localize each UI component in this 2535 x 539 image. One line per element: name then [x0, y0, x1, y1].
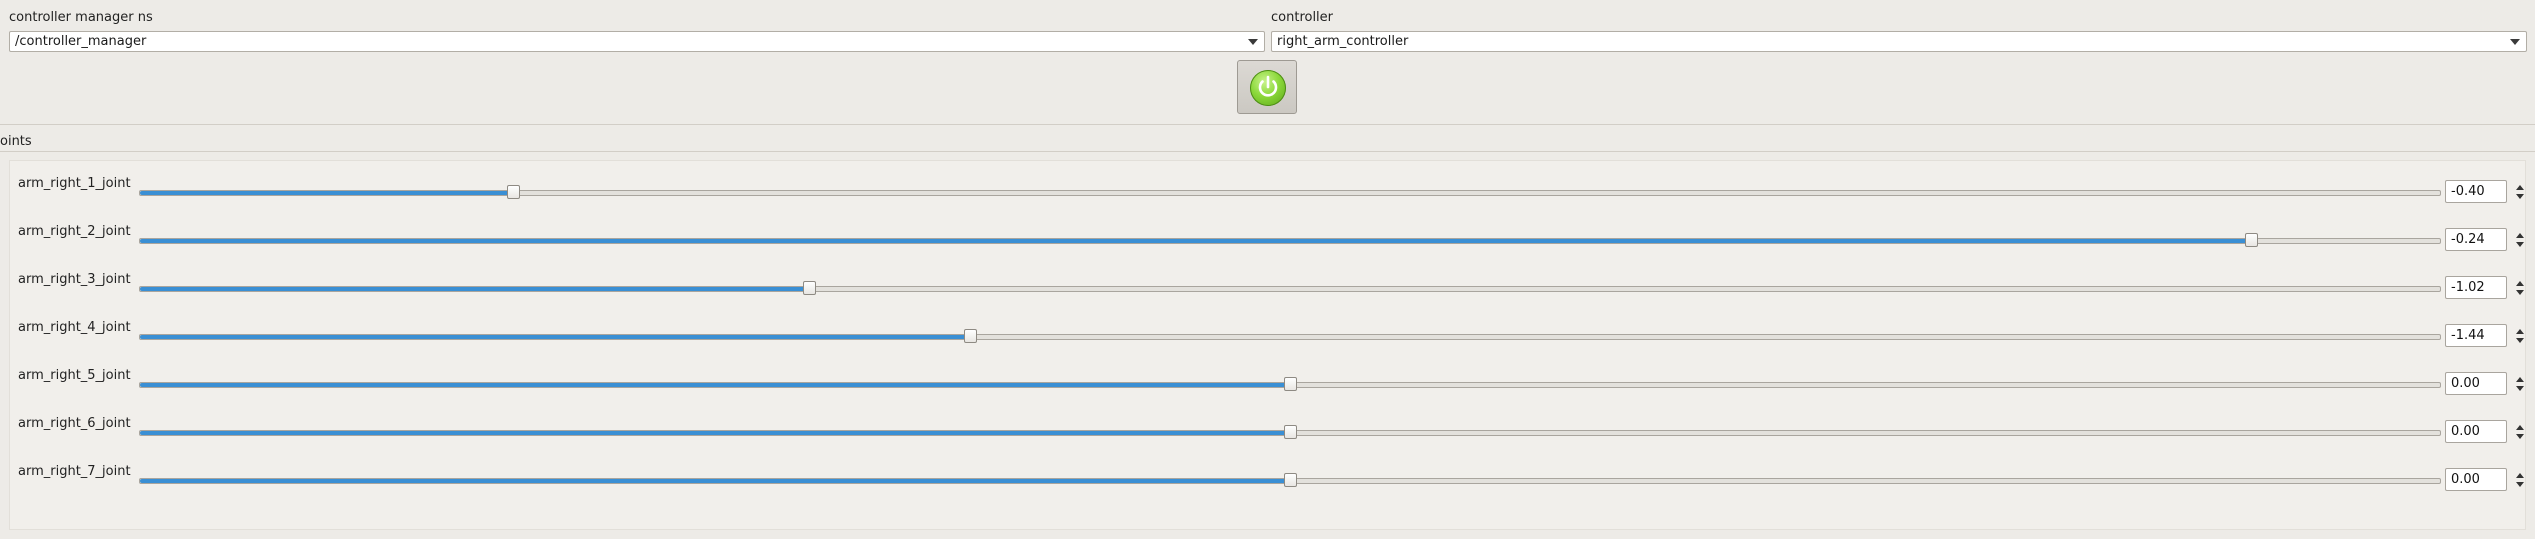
joint-name-label: arm_right_4_joint: [18, 320, 131, 335]
joint-value: -1.44: [2451, 328, 2485, 343]
spin-down-icon[interactable]: [2516, 434, 2524, 439]
spin-down-icon[interactable]: [2516, 338, 2524, 343]
joint-value-spinbox[interactable]: -1.02: [2445, 276, 2524, 299]
joint-slider-fill: [140, 287, 810, 291]
controller-manager-ns-label: controller manager ns: [9, 10, 153, 25]
joint-slider[interactable]: [139, 473, 2441, 487]
spin-up-icon[interactable]: [2516, 473, 2524, 478]
joint-row: arm_right_7_joint 0.00: [0, 464, 2535, 504]
joint-slider-handle[interactable]: [1284, 473, 1297, 487]
joint-row: arm_right_1_joint -0.40: [0, 176, 2535, 216]
joint-row: arm_right_3_joint -1.02: [0, 272, 2535, 312]
joint-slider-fill: [140, 479, 1290, 483]
separator: [0, 151, 2535, 152]
power-symbol-icon: [1258, 75, 1278, 97]
spin-up-icon[interactable]: [2516, 329, 2524, 334]
joint-slider[interactable]: [139, 377, 2441, 391]
controller-combo[interactable]: right_arm_controller: [1271, 31, 2527, 52]
spin-down-icon[interactable]: [2516, 242, 2524, 247]
joint-slider-handle[interactable]: [803, 281, 817, 295]
joint-name-label: arm_right_5_joint: [18, 368, 131, 383]
joint-slider-fill: [140, 335, 971, 339]
spin-up-icon[interactable]: [2516, 377, 2524, 382]
joint-row: arm_right_4_joint -1.44: [0, 320, 2535, 360]
spin-up-icon[interactable]: [2516, 425, 2524, 430]
joint-value-spinbox[interactable]: 0.00: [2445, 372, 2524, 395]
joint-value-spinbox[interactable]: -0.40: [2445, 180, 2524, 203]
joint-slider-fill: [140, 383, 1290, 387]
joint-slider-fill: [140, 239, 2252, 243]
joint-value-spinbox[interactable]: -0.24: [2445, 228, 2524, 251]
chevron-down-icon[interactable]: [1248, 39, 1258, 45]
joint-slider[interactable]: [139, 233, 2441, 247]
joint-value: -0.24: [2451, 232, 2485, 247]
joint-slider-handle[interactable]: [1284, 377, 1297, 391]
joint-name-label: arm_right_6_joint: [18, 416, 131, 431]
chevron-down-icon[interactable]: [2510, 39, 2520, 45]
controller-manager-ns-value: /controller_manager: [15, 34, 147, 49]
joint-slider-fill: [140, 431, 1290, 435]
joint-value: -0.40: [2451, 184, 2485, 199]
joint-name-label: arm_right_7_joint: [18, 464, 131, 479]
controller-manager-ns-combo[interactable]: /controller_manager: [9, 31, 1265, 52]
joints-section-title: oints: [0, 134, 32, 149]
joint-slider[interactable]: [139, 281, 2441, 295]
joint-slider-handle[interactable]: [506, 185, 520, 199]
separator: [0, 124, 2535, 125]
joint-slider[interactable]: [139, 425, 2441, 439]
joint-value: 0.00: [2451, 424, 2480, 439]
spin-down-icon[interactable]: [2516, 194, 2524, 199]
joint-value: 0.00: [2451, 472, 2480, 487]
spin-down-icon[interactable]: [2516, 386, 2524, 391]
joint-value: -1.02: [2451, 280, 2485, 295]
controller-power-button[interactable]: [1237, 60, 1297, 114]
joint-value-spinbox[interactable]: 0.00: [2445, 420, 2524, 443]
joint-value: 0.00: [2451, 376, 2480, 391]
joint-name-label: arm_right_1_joint: [18, 176, 131, 191]
joint-name-label: arm_right_3_joint: [18, 272, 131, 287]
spin-up-icon[interactable]: [2516, 233, 2524, 238]
joint-slider-handle[interactable]: [2245, 233, 2259, 247]
spin-down-icon[interactable]: [2516, 290, 2524, 295]
joint-slider[interactable]: [139, 329, 2441, 343]
joint-slider-handle[interactable]: [964, 329, 978, 343]
joint-slider-handle[interactable]: [1284, 425, 1297, 439]
joint-name-label: arm_right_2_joint: [18, 224, 131, 239]
controller-label: controller: [1271, 10, 1334, 25]
joint-value-spinbox[interactable]: -1.44: [2445, 324, 2524, 347]
spin-down-icon[interactable]: [2516, 482, 2524, 487]
joint-value-spinbox[interactable]: 0.00: [2445, 468, 2524, 491]
controller-value: right_arm_controller: [1277, 34, 1409, 49]
joint-slider-fill: [140, 191, 513, 195]
joint-row: arm_right_5_joint 0.00: [0, 368, 2535, 408]
joint-row: arm_right_2_joint -0.24: [0, 224, 2535, 264]
spin-up-icon[interactable]: [2516, 281, 2524, 286]
spin-up-icon[interactable]: [2516, 185, 2524, 190]
joint-row: arm_right_6_joint 0.00: [0, 416, 2535, 456]
joint-slider[interactable]: [139, 185, 2441, 199]
